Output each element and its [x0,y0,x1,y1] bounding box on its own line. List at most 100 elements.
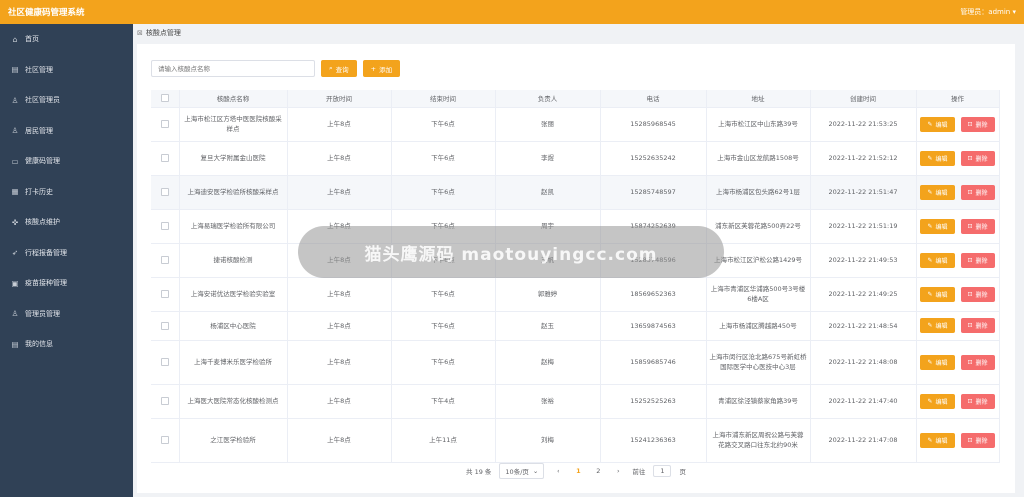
open-time: 上午8点 [287,340,392,385]
person-in-charge: 赵玉 [495,311,601,341]
page-size-select[interactable]: 10条/页 ⌄ [499,463,545,479]
person-in-charge: 赵梅 [495,340,601,385]
edit-button[interactable]: ✎ 编辑 [920,184,955,200]
add-button[interactable]: + 添加 [362,60,401,77]
column-header: 电话 [600,90,707,108]
site-name: 捷诺核酸检测 [179,243,288,278]
row-checkbox-cell[interactable] [151,311,180,341]
edit-button[interactable]: ✎ 编辑 [920,116,955,132]
row-checkbox[interactable] [160,358,169,366]
delete-button[interactable]: ⊡ 删除 [960,150,995,166]
column-header: 创建时间 [810,90,917,108]
sidebar-item[interactable]: ♙ 社区管理员 [0,85,133,116]
table-row[interactable]: 上海安诺优达医学检验实验室 上午8点 下午6点 郭雅婷 18569652363 上海市青浦… [151,277,1000,312]
page-1-button[interactable]: 1 [572,467,584,475]
sidebar-item[interactable]: ♙ 管理员管理 [0,299,133,330]
row-checkbox[interactable] [160,154,169,162]
delete-button[interactable]: ⊡ 删除 [960,318,995,333]
row-actions: ✎ 编辑 ⊡ 删除 [916,107,1000,142]
edit-button[interactable]: ✎ 编辑 [920,354,955,370]
delete-button[interactable]: ⊡ 删除 [960,252,995,268]
sidebar-item[interactable]: ▭ 健康码管理 [0,146,133,177]
search-button-label: 查询 [335,65,349,74]
pencil-icon: ✎ [927,322,933,329]
trash-icon: ⊡ [967,188,973,196]
table-row[interactable]: 复旦大学附属金山医院 上午8点 下午6点 李煜 15252635242 上海市金山区龙航路… [151,141,1000,176]
sidebar-item[interactable]: ✜ 核酸点维护 [0,207,133,238]
table-row[interactable]: 上海医大医院常态化核酸检测点 上午8点 下午4点 张裕 15252525263 青浦区徐泾… [151,384,1000,419]
delete-button-label: 删除 [975,121,988,129]
edit-button-label: 编辑 [935,437,948,445]
person-in-charge: 张裕 [495,384,601,419]
row-checkbox-cell[interactable] [151,277,180,312]
open-time: 上午8点 [287,141,392,176]
row-checkbox[interactable] [160,120,169,128]
address: 上海市青浦区华浦路500号3号楼6楼A区 [706,277,811,312]
row-checkbox-cell[interactable] [151,243,180,278]
goto-suffix: 页 [679,468,686,476]
delete-button-label: 删除 [975,155,988,163]
table-row[interactable]: 杨浦区中心医院 上午8点 下午6点 赵玉 13659874563 上海市杨浦区腾越路450… [151,311,1000,341]
table-row[interactable]: 之江医学检验所 上午8点 上午11点 刘梅 15241236363 上海市浦东新区周祝公路… [151,418,1000,463]
row-checkbox-cell[interactable] [151,175,180,210]
table-row[interactable]: 上海迪安医学检验所核酸采样点 上午8点 下午6点 赵凯 15285748597 上海市杨浦… [151,175,1000,210]
edit-button-label: 编辑 [935,189,948,197]
sidebar-item[interactable]: ▤ 社区管理 [0,55,133,86]
search-input[interactable] [151,60,315,77]
edit-button[interactable]: ✎ 编辑 [920,286,955,302]
sidebar-item[interactable]: ⌂ 首页 [0,24,133,55]
edit-button[interactable]: ✎ 编辑 [920,432,955,448]
column-header: 开放时间 [287,90,392,108]
phone: 15241236363 [600,418,707,463]
row-checkbox-cell[interactable] [151,209,180,244]
row-checkbox[interactable] [160,321,169,330]
select-all-checkbox[interactable] [160,94,169,103]
table-row[interactable]: 上海千麦博米乐医学检验所 上午8点 下午6点 赵梅 15859685746 上海市闵行区沧… [151,340,1000,385]
row-checkbox-cell[interactable] [151,418,180,463]
next-page-button[interactable]: › [612,467,624,475]
user-menu[interactable]: 管理员：admin ▾ [960,7,1016,17]
edit-button[interactable]: ✎ 编辑 [920,252,955,268]
page-2-button[interactable]: 2 [592,467,604,475]
delete-button[interactable]: ⊡ 删除 [960,116,995,132]
sidebar-item[interactable]: ▦ 打卡历史 [0,177,133,208]
delete-button[interactable]: ⊡ 删除 [960,286,995,302]
delete-button[interactable]: ⊡ 删除 [960,184,995,200]
row-actions: ✎ 编辑 ⊡ 删除 [916,277,1000,312]
phone: 18569652363 [600,277,707,312]
edit-button[interactable]: ✎ 编辑 [920,150,955,166]
sidebar-item-label: 首页 [25,35,39,44]
toolbar: ⌕ 查询 + 添加 [151,60,401,77]
open-time: 上午8点 [287,277,392,312]
row-checkbox-cell[interactable] [151,107,180,142]
person-in-charge: 李煜 [495,141,601,176]
delete-button[interactable]: ⊡ 删除 [960,432,995,448]
row-checkbox[interactable] [160,222,169,230]
open-time: 上午8点 [287,107,392,142]
row-checkbox[interactable] [160,188,169,196]
table-row[interactable]: 上海市松江区方塔中医医院核酸采样点 上午8点 下午6点 张丽 15285968545 上海… [151,107,1000,142]
row-checkbox-cell[interactable] [151,141,180,176]
row-checkbox[interactable] [160,290,169,298]
row-checkbox[interactable] [160,256,169,264]
delete-button[interactable]: ⊡ 删除 [960,354,995,370]
select-all-cell[interactable] [151,90,180,108]
row-checkbox[interactable] [160,436,169,444]
edit-button[interactable]: ✎ 编辑 [920,318,955,333]
edit-button[interactable]: ✎ 编辑 [920,218,955,234]
search-button[interactable]: ⌕ 查询 [321,60,357,77]
sidebar-item[interactable]: ➶ 行程报备管理 [0,238,133,269]
row-checkbox[interactable] [160,397,169,405]
sidebar-item[interactable]: ▤ 我的信息 [0,329,133,360]
goto-page-input[interactable]: 1 [653,465,672,477]
table-header-row: 核酸点名称 开放时间 结束时间 负责人 电话 地址 创建时间 操作 [151,90,1000,108]
sidebar-item[interactable]: ♙ 居民管理 [0,116,133,147]
phone: 15859685746 [600,340,707,385]
row-checkbox-cell[interactable] [151,340,180,385]
delete-button[interactable]: ⊡ 删除 [960,218,995,234]
edit-button[interactable]: ✎ 编辑 [920,393,955,409]
sidebar-item[interactable]: ▣ 疫苗接种管理 [0,268,133,299]
prev-page-button[interactable]: ‹ [552,467,564,475]
delete-button[interactable]: ⊡ 删除 [960,393,995,409]
row-checkbox-cell[interactable] [151,384,180,419]
